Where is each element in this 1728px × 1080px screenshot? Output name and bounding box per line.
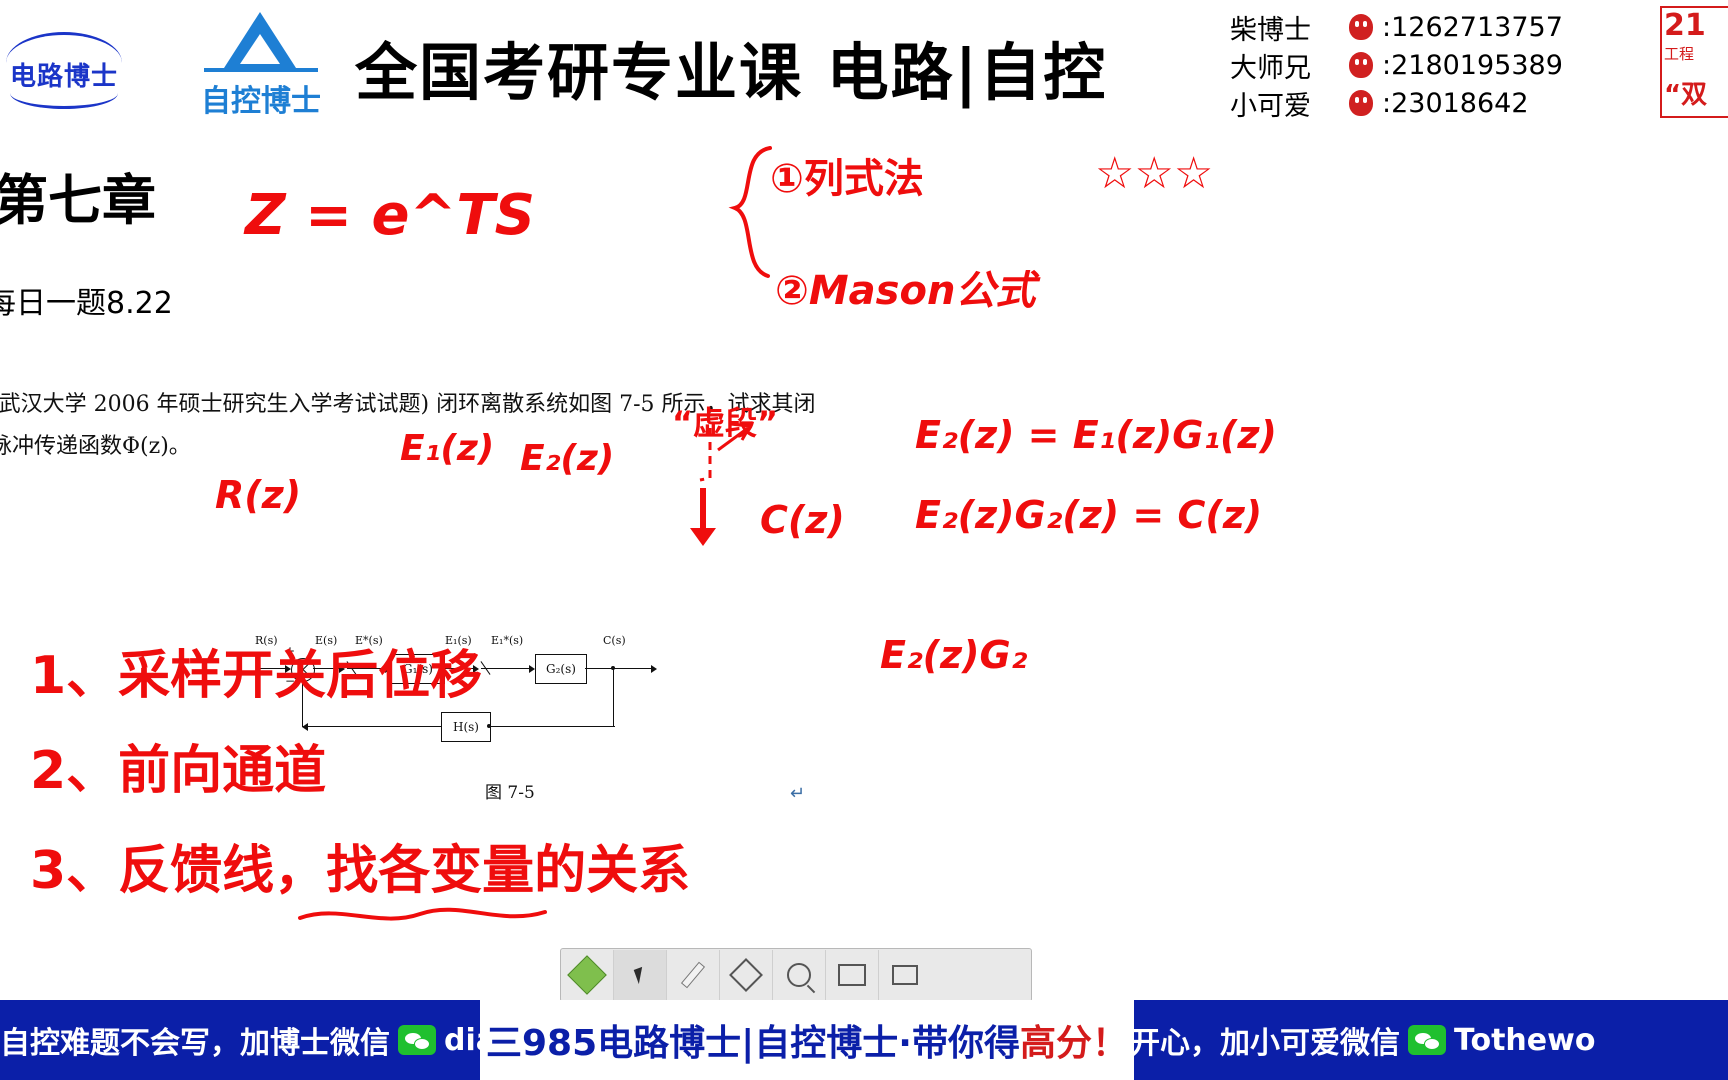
question-line-2: 脉冲传递函数Φ(z)。	[0, 434, 191, 459]
hw-note-3: 3、反馈线，找各变量的关系	[30, 841, 691, 901]
feedback-dot	[487, 724, 491, 728]
bottom-banner: 自控难题不会写，加博士微信 dianluboshi 考研不开心，加小可爱微信 T…	[0, 1000, 1728, 1080]
drawing-toolbar[interactable]	[560, 948, 1032, 1002]
banner-right-wechat: Tothewo	[1454, 1022, 1596, 1058]
cube-tool-button[interactable]	[561, 950, 614, 1000]
hw-eq-1: E₂(z) = E₁(z)G₁(z)	[915, 413, 1277, 457]
logo-bar	[204, 68, 318, 72]
cursor-tool-button[interactable]	[614, 950, 667, 1000]
banner-center-pre: 三985	[486, 1023, 598, 1064]
pencil-tool-button[interactable]	[667, 950, 720, 1000]
header-bar: 电路博士 自控博士 全国考研专业课 电路|自控 柴博士 :1262713757 …	[0, 0, 1728, 128]
banner-left-text: 自控难题不会写，加博士微信	[0, 1026, 390, 1061]
page-title: 全国考研专业课 电路|自控	[355, 36, 1108, 109]
triangle-inner-icon	[240, 34, 280, 64]
cube-icon	[567, 955, 607, 995]
diagram-label-e1star: E₁*(s)	[491, 634, 524, 647]
qq-icon	[1346, 88, 1376, 118]
hw-label-rz: R(z)	[215, 473, 302, 517]
cursor-icon	[633, 966, 647, 984]
hw-note-2: 2、前向通道	[30, 741, 327, 801]
diagram-label-cs: C(s)	[603, 634, 626, 647]
logo-underline	[10, 90, 118, 109]
logo-left-text: 电路博士	[9, 62, 118, 92]
screen: 电路博士 自控博士 全国考研专业课 电路|自控 柴博士 :1262713757 …	[0, 0, 1728, 1080]
magnifier-icon	[787, 963, 811, 987]
hw-eq-3: E₂(z)G₂	[880, 633, 1028, 677]
qq-icon	[1346, 50, 1376, 80]
contact-name: 大师兄	[1230, 52, 1311, 84]
contact-list: 柴博士 :1262713757 大师兄 :2180195389 小可爱 :230…	[1230, 8, 1650, 122]
shape-tool-button[interactable]	[720, 950, 773, 1000]
rectangle-icon	[892, 965, 918, 985]
hw-label-e1z: E₁(z)	[400, 428, 495, 469]
daily-problem-label: 每日一题8.22	[0, 286, 173, 321]
grid-icon	[838, 964, 866, 986]
hw-label-xuduan: “虚段”	[672, 404, 779, 442]
hw-method-1: ①列式法	[770, 156, 924, 202]
hw-z-equation: Z = e^TS	[245, 183, 535, 248]
banner-center: 三985 电路博士|自控博士·带你得 高分！	[480, 1000, 1134, 1080]
wechat-icon	[1408, 1025, 1446, 1055]
logo-zikongboshi: 自控博士	[196, 8, 326, 120]
block-h: H(s)	[441, 712, 491, 742]
wechat-icon	[398, 1025, 436, 1055]
contact-row: 小可爱 :23018642	[1230, 84, 1650, 122]
contact-number: :2180195389	[1382, 49, 1563, 81]
hw-method-2: ②Mason公式	[775, 268, 1036, 314]
contact-name: 柴博士	[1230, 14, 1311, 46]
hw-method-stars: ☆☆☆	[1095, 148, 1214, 199]
contact-name: 小可爱	[1230, 90, 1311, 122]
contact-row: 柴博士 :1262713757	[1230, 8, 1650, 46]
stamp-line-1: 21	[1664, 8, 1706, 43]
hw-note-1: 1、采样开关后位移	[30, 646, 483, 706]
return-mark: ↵	[790, 783, 806, 803]
qq-icon	[1346, 12, 1376, 42]
document-canvas[interactable]: 第七章 每日一题8.22 (武汉大学 2006 年硕士研究生入学考试试题) 闭环…	[0, 128, 1728, 958]
rect-tool-button[interactable]	[879, 950, 931, 1000]
contact-row: 大师兄 :2180195389	[1230, 46, 1650, 84]
corner-stamp: 21 工程 “双	[1660, 6, 1728, 118]
banner-center-em: 高分！	[1019, 1023, 1128, 1064]
diamond-icon	[729, 958, 763, 992]
figure-caption: 图 7-5	[485, 783, 535, 803]
hw-label-e2z: E₂(z)	[520, 438, 615, 479]
grid-tool-button[interactable]	[826, 950, 879, 1000]
zoom-tool-button[interactable]	[773, 950, 826, 1000]
stamp-line-3: “双	[1664, 80, 1708, 110]
block-g2: G₂(s)	[535, 654, 587, 684]
logo-dianluboshi: 电路博士	[4, 26, 124, 109]
chapter-heading: 第七章	[0, 169, 156, 232]
banner-center-mid: 电路博士|自控博士·带你得	[597, 1023, 1020, 1064]
contact-number: :23018642	[1382, 87, 1529, 119]
stamp-line-2: 工程	[1664, 45, 1695, 63]
logo-mid-text: 自控博士	[201, 84, 321, 119]
contact-number: :1262713757	[1382, 11, 1563, 43]
pencil-icon	[680, 961, 706, 989]
hw-eq-2: E₂(z)G₂(z) = C(z)	[915, 493, 1263, 537]
hw-label-cz: C(z)	[760, 498, 845, 542]
